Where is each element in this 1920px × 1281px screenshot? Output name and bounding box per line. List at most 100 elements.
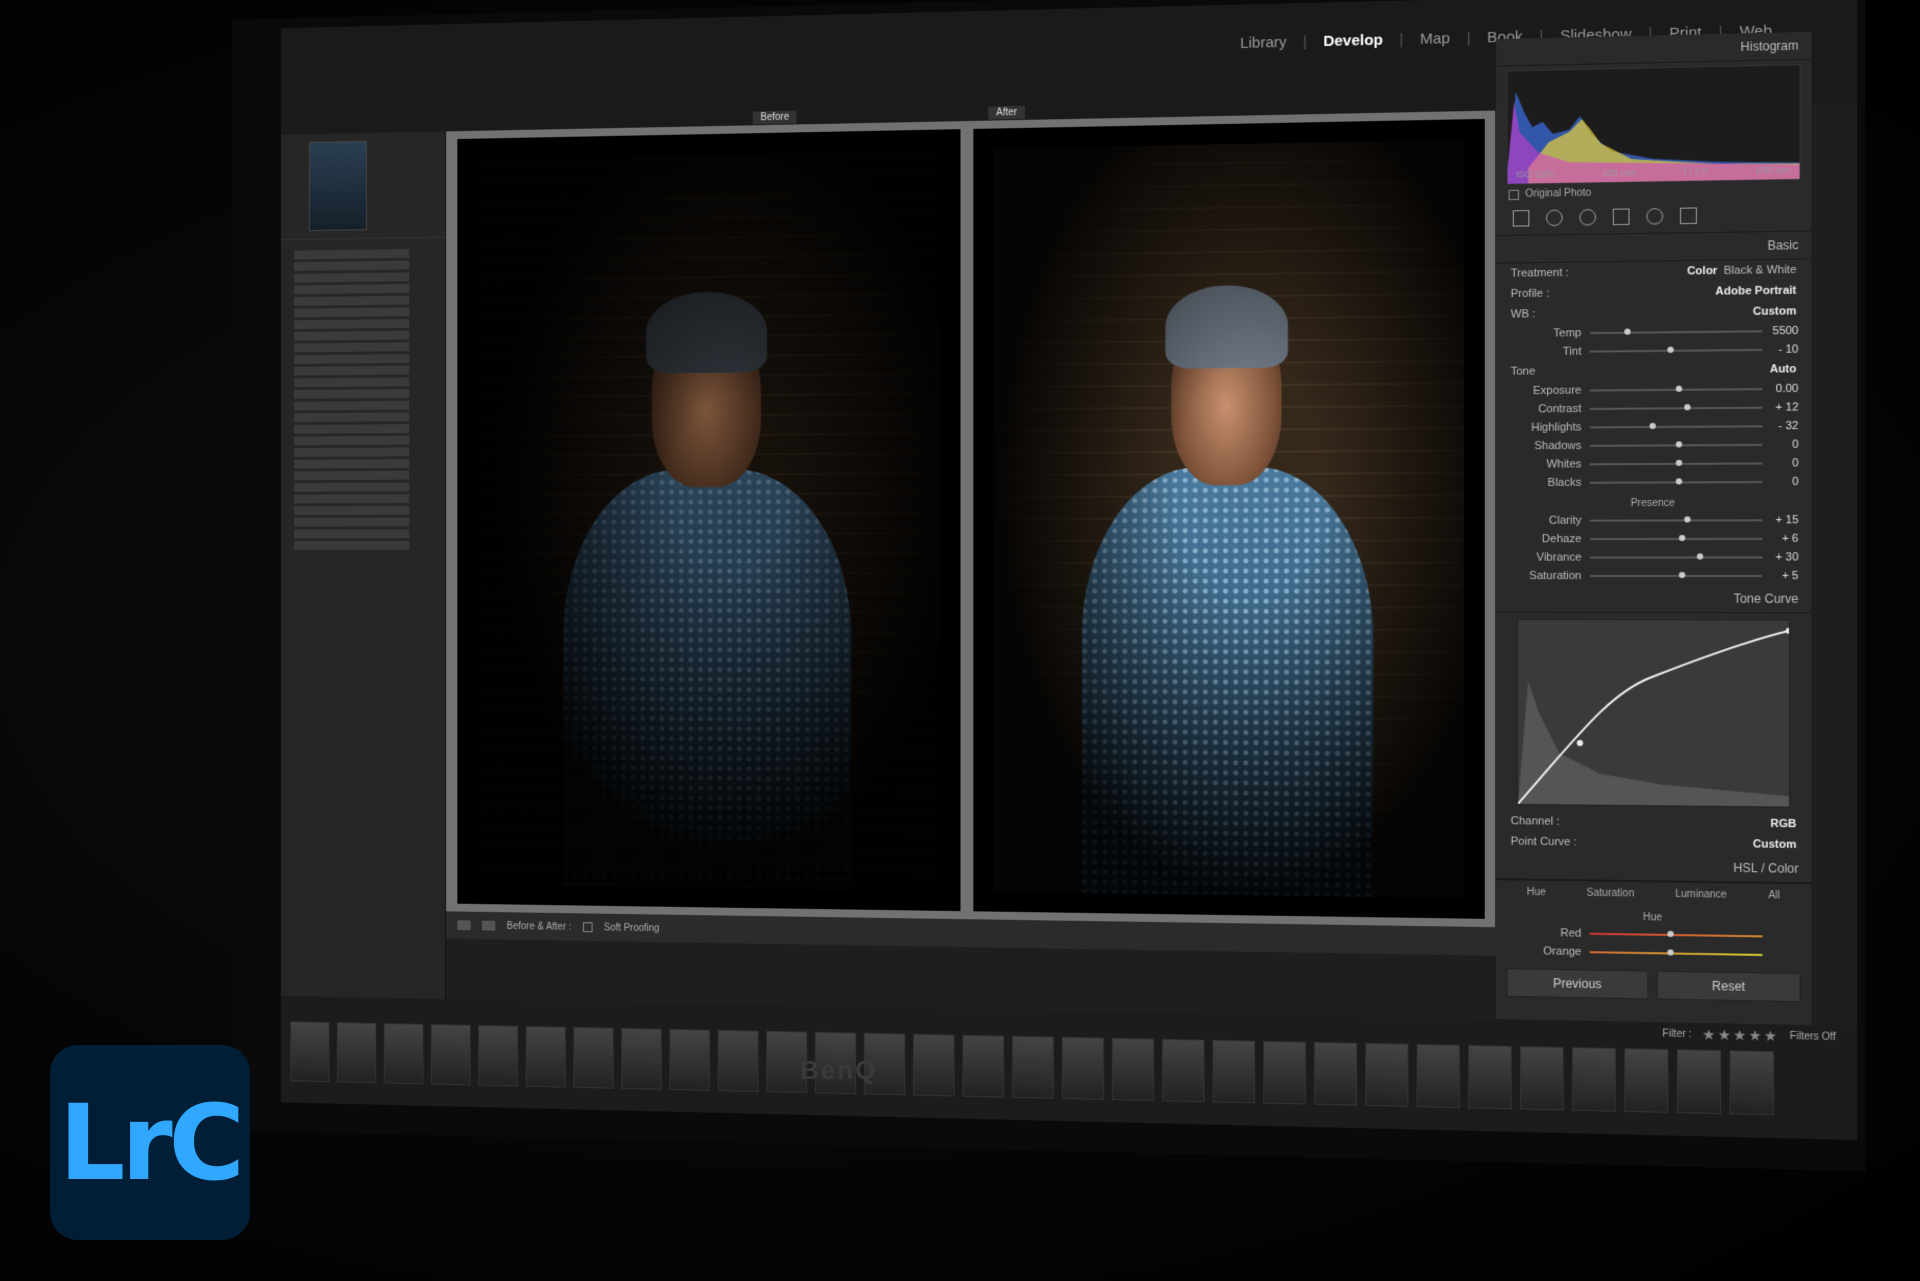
filmstrip-thumbnail[interactable] bbox=[621, 1027, 662, 1090]
slider-knob[interactable] bbox=[1649, 422, 1657, 430]
filmstrip-thumbnail[interactable] bbox=[478, 1025, 519, 1087]
original-photo-checkbox[interactable] bbox=[1508, 189, 1519, 200]
slider-track[interactable] bbox=[1589, 949, 1763, 956]
navigator-preview[interactable] bbox=[308, 140, 367, 232]
filmstrip-thumbnail[interactable] bbox=[1212, 1039, 1256, 1104]
wb-select[interactable]: Custom bbox=[1753, 305, 1796, 318]
list-item[interactable] bbox=[293, 365, 409, 376]
spot-removal-icon[interactable] bbox=[1546, 209, 1563, 227]
filmstrip-thumbnail[interactable] bbox=[430, 1024, 471, 1086]
slider-value[interactable]: - 32 bbox=[1762, 420, 1798, 433]
filmstrip-thumbnail[interactable] bbox=[962, 1034, 1005, 1098]
tab-all[interactable]: All bbox=[1768, 890, 1780, 902]
list-item[interactable] bbox=[293, 412, 409, 423]
compare-view-icon[interactable] bbox=[482, 920, 496, 931]
slider-track[interactable] bbox=[1589, 571, 1763, 579]
red-eye-icon[interactable] bbox=[1579, 208, 1597, 226]
slider-knob[interactable] bbox=[1667, 949, 1674, 956]
slider-track[interactable] bbox=[1589, 553, 1763, 560]
list-item[interactable] bbox=[293, 389, 409, 399]
slider-value[interactable]: 0 bbox=[1762, 457, 1799, 470]
list-item[interactable] bbox=[293, 459, 409, 469]
filmstrip-thumbnail[interactable] bbox=[1061, 1036, 1104, 1100]
list-item[interactable] bbox=[293, 307, 409, 318]
graduated-filter-icon[interactable] bbox=[1612, 208, 1630, 226]
list-item[interactable] bbox=[293, 330, 409, 341]
soft-proofing-checkbox[interactable] bbox=[582, 922, 593, 933]
list-item[interactable] bbox=[293, 529, 409, 539]
filmstrip-thumbnail[interactable] bbox=[383, 1023, 424, 1085]
slider-track[interactable] bbox=[1589, 404, 1763, 411]
filmstrip-thumbnail[interactable] bbox=[525, 1026, 566, 1088]
before-after-mode[interactable]: Before & After : bbox=[507, 921, 572, 933]
slider-value[interactable]: + 30 bbox=[1762, 551, 1798, 563]
filmstrip-thumbnail[interactable] bbox=[1263, 1040, 1306, 1105]
list-item[interactable] bbox=[293, 494, 409, 504]
list-item[interactable] bbox=[293, 319, 409, 330]
slider-value[interactable]: + 15 bbox=[1762, 514, 1798, 526]
list-item[interactable] bbox=[293, 377, 409, 388]
slider-track[interactable] bbox=[1589, 385, 1763, 392]
profile-select[interactable]: Adobe Portrait bbox=[1715, 284, 1796, 297]
module-library[interactable]: Library bbox=[1240, 34, 1287, 52]
presets-section[interactable] bbox=[280, 236, 446, 248]
filmstrip-thumbnail[interactable] bbox=[1572, 1047, 1616, 1112]
previous-button[interactable]: Previous bbox=[1506, 968, 1649, 1000]
slider-knob[interactable] bbox=[1684, 404, 1691, 411]
slider-value[interactable]: 5500 bbox=[1762, 325, 1799, 338]
list-item[interactable] bbox=[293, 505, 409, 515]
slider-knob[interactable] bbox=[1667, 346, 1674, 353]
module-map[interactable]: Map bbox=[1420, 30, 1450, 48]
slider-value[interactable]: 0 bbox=[1762, 476, 1799, 489]
filmstrip-thumbnail[interactable] bbox=[1365, 1042, 1409, 1107]
tab-luminance[interactable]: Luminance bbox=[1675, 889, 1727, 901]
slider-knob[interactable] bbox=[1684, 516, 1691, 523]
filmstrip-thumbnail[interactable] bbox=[290, 1021, 330, 1083]
crop-icon[interactable] bbox=[1512, 210, 1530, 227]
slider-value[interactable]: 0.00 bbox=[1762, 383, 1799, 396]
list-item[interactable] bbox=[293, 424, 409, 434]
filmstrip-thumbnail[interactable] bbox=[1416, 1044, 1460, 1109]
tone-curve-graph[interactable] bbox=[1516, 618, 1791, 808]
channel-select[interactable]: RGB bbox=[1770, 818, 1796, 831]
filmstrip-thumbnail[interactable] bbox=[717, 1029, 759, 1093]
list-item[interactable] bbox=[293, 470, 409, 481]
filmstrip-thumbnail[interactable] bbox=[1111, 1037, 1155, 1102]
list-item[interactable] bbox=[293, 260, 409, 271]
list-item[interactable] bbox=[293, 400, 409, 411]
slider-track[interactable] bbox=[1589, 346, 1763, 353]
filmstrip-thumbnail[interactable] bbox=[1624, 1048, 1669, 1113]
point-curve-select[interactable]: Custom bbox=[1753, 838, 1796, 851]
filmstrip-thumbnail[interactable] bbox=[1729, 1050, 1775, 1116]
slider-track[interactable] bbox=[1589, 422, 1763, 430]
list-item[interactable] bbox=[293, 354, 409, 364]
list-item[interactable] bbox=[293, 272, 409, 283]
slider-knob[interactable] bbox=[1675, 478, 1683, 485]
filmstrip-thumbnail[interactable] bbox=[913, 1033, 955, 1097]
slider-track[interactable] bbox=[1589, 930, 1763, 938]
slider-value[interactable]: + 6 bbox=[1762, 533, 1799, 545]
slider-value[interactable]: + 12 bbox=[1762, 401, 1798, 414]
slider-knob[interactable] bbox=[1624, 328, 1631, 335]
slider-value[interactable]: 0 bbox=[1762, 438, 1799, 451]
module-develop[interactable]: Develop bbox=[1323, 31, 1383, 50]
filters-off-label[interactable]: Filters Off bbox=[1790, 1030, 1836, 1042]
loupe-view-icon[interactable] bbox=[457, 920, 471, 931]
slider-knob[interactable] bbox=[1675, 385, 1683, 392]
slider-knob[interactable] bbox=[1679, 571, 1686, 579]
filmstrip-thumbnail[interactable] bbox=[1314, 1041, 1358, 1106]
list-item[interactable] bbox=[293, 435, 409, 446]
slider-track[interactable] bbox=[1589, 459, 1763, 466]
filmstrip-thumbnail[interactable] bbox=[573, 1026, 614, 1089]
list-item[interactable] bbox=[293, 540, 409, 550]
star-filter[interactable]: ★★★★★ bbox=[1702, 1026, 1779, 1045]
brush-icon[interactable] bbox=[1680, 207, 1697, 225]
before-pane[interactable] bbox=[457, 129, 961, 912]
slider-value[interactable]: + 5 bbox=[1762, 570, 1799, 582]
slider-value[interactable]: - 10 bbox=[1762, 343, 1798, 356]
slider-knob[interactable] bbox=[1696, 553, 1703, 560]
slider-knob[interactable] bbox=[1679, 534, 1686, 542]
after-pane[interactable] bbox=[973, 118, 1485, 919]
tab-hue[interactable]: Hue bbox=[1527, 887, 1546, 899]
list-item[interactable] bbox=[293, 295, 409, 306]
